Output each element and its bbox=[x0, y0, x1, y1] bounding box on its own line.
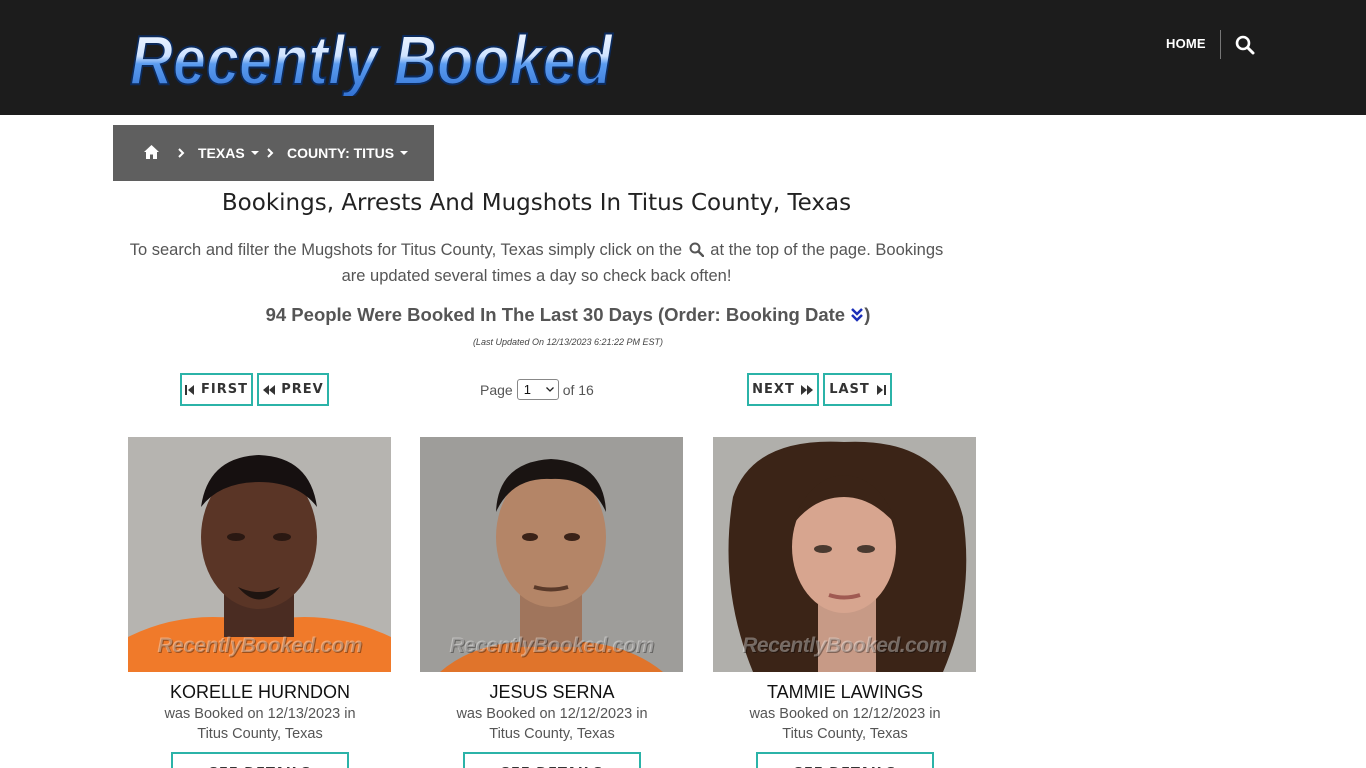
chevron-right-icon bbox=[266, 146, 274, 158]
caret-down-icon bbox=[250, 151, 259, 156]
booking-date-line: was Booked on 12/12/2023 in bbox=[456, 706, 648, 722]
see-details-button[interactable]: SEE DETAILS bbox=[171, 752, 349, 768]
watermark: RecentlyBooked.com bbox=[449, 634, 654, 657]
search-icon[interactable] bbox=[689, 239, 704, 258]
booking-location-line: Titus County, Texas bbox=[782, 726, 908, 742]
last-updated: (Last Updated On 12/13/2023 6:21:22 PM E… bbox=[472, 337, 664, 347]
see-details-button[interactable]: SEE DETAILS bbox=[756, 752, 934, 768]
page-word: Page bbox=[480, 381, 513, 398]
inmate-name[interactable]: KORELLE HURNDON bbox=[128, 682, 392, 703]
booking-count: 94 People Were Booked In The Last 30 Day… bbox=[113, 304, 1023, 326]
mugshot-image[interactable]: RecentlyBooked.com bbox=[713, 437, 976, 672]
intro-text: To search and filter the Mugshots for Ti… bbox=[113, 237, 960, 289]
nav-home-link[interactable]: HOME bbox=[1166, 36, 1206, 51]
sort-descending-icon[interactable] bbox=[850, 306, 864, 324]
first-page-label: FIRST bbox=[201, 382, 248, 397]
booking-description: was Booked on 12/12/2023 in Titus County… bbox=[713, 704, 977, 744]
site-logo[interactable]: Recently Booked bbox=[126, 14, 626, 96]
page-selector: Page 1 of 16 bbox=[480, 379, 594, 400]
breadcrumb-state-dropdown[interactable]: TEXAS bbox=[198, 145, 259, 161]
booking-date-line: was Booked on 12/12/2023 in bbox=[749, 706, 941, 722]
next-page-label: NEXT bbox=[752, 382, 795, 397]
booking-card: RecentlyBooked.com TAMMIE LAWINGS was Bo… bbox=[713, 437, 977, 768]
last-page-button[interactable]: LAST bbox=[823, 373, 892, 406]
booking-card: RecentlyBooked.com KORELLE HURNDON was B… bbox=[128, 437, 392, 768]
backward-icon bbox=[262, 384, 276, 396]
booking-date-line: was Booked on 12/13/2023 in bbox=[164, 706, 356, 722]
nav-divider bbox=[1220, 30, 1221, 59]
booking-count-text: 94 People Were Booked In The Last 30 Day… bbox=[265, 304, 846, 325]
intro-text-before: To search and filter the Mugshots for Ti… bbox=[129, 241, 683, 259]
caret-down-icon bbox=[400, 151, 409, 156]
search-icon[interactable] bbox=[1235, 35, 1255, 55]
last-page-label: LAST bbox=[829, 382, 870, 397]
prev-page-label: PREV bbox=[281, 382, 324, 397]
intro-text-line2: are updated several times a day so check… bbox=[341, 267, 732, 285]
inmate-name[interactable]: JESUS SERNA bbox=[420, 682, 684, 703]
last-page-icon bbox=[876, 384, 886, 396]
page-number-select[interactable]: 1 bbox=[516, 379, 559, 400]
intro-text-after: at the top of the page. Bookings bbox=[710, 241, 944, 259]
page-total: of 16 bbox=[562, 381, 594, 398]
page-number-value: 1 bbox=[523, 382, 531, 397]
chevron-right-icon bbox=[177, 146, 185, 158]
home-icon[interactable] bbox=[143, 144, 160, 160]
site-header: Recently Booked HOME bbox=[0, 0, 1366, 115]
watermark: RecentlyBooked.com bbox=[742, 634, 947, 657]
inmate-name[interactable]: TAMMIE LAWINGS bbox=[713, 682, 977, 703]
page-title: Bookings, Arrests And Mugshots In Titus … bbox=[221, 190, 852, 216]
next-page-button[interactable]: NEXT bbox=[747, 373, 819, 406]
booking-card: RecentlyBooked.com JESUS SERNA was Booke… bbox=[420, 437, 684, 768]
mugshot-image[interactable]: RecentlyBooked.com bbox=[128, 437, 391, 672]
breadcrumb-state-label: TEXAS bbox=[198, 145, 245, 161]
watermark: RecentlyBooked.com bbox=[157, 634, 362, 657]
booking-location-line: Titus County, Texas bbox=[489, 726, 615, 742]
logo-text: Recently Booked bbox=[130, 21, 613, 96]
first-page-button[interactable]: FIRST bbox=[180, 373, 253, 406]
booking-description: was Booked on 12/12/2023 in Titus County… bbox=[420, 704, 684, 744]
booking-count-close: ) bbox=[864, 304, 871, 325]
see-details-button[interactable]: SEE DETAILS bbox=[463, 752, 641, 768]
mugshot-image[interactable]: RecentlyBooked.com bbox=[420, 437, 683, 672]
breadcrumb-county-dropdown[interactable]: COUNTY: TITUS bbox=[287, 145, 409, 161]
first-page-icon bbox=[185, 384, 195, 396]
forward-icon bbox=[800, 384, 814, 396]
breadcrumb-county-label: COUNTY: TITUS bbox=[287, 145, 395, 161]
chevron-down-icon bbox=[545, 387, 554, 392]
booking-location-line: Titus County, Texas bbox=[197, 726, 323, 742]
breadcrumb: TEXAS COUNTY: TITUS bbox=[113, 125, 434, 181]
prev-page-button[interactable]: PREV bbox=[257, 373, 329, 406]
booking-description: was Booked on 12/13/2023 in Titus County… bbox=[128, 704, 392, 744]
